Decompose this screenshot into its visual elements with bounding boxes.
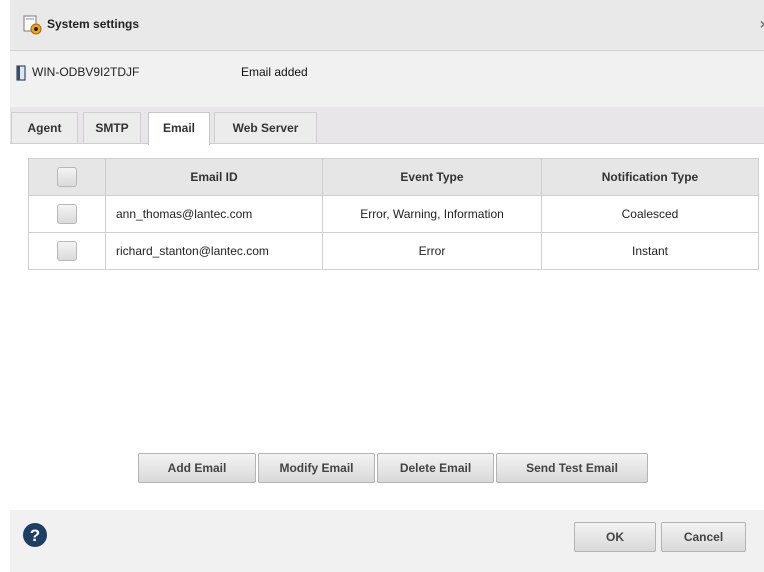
ok-button[interactable]: OK [574,522,656,552]
window-title: System settings [47,17,140,31]
delete-email-button[interactable]: Delete Email [377,453,494,483]
column-header-notification-type: Notification Type [541,158,759,196]
tab-email[interactable]: Email [148,112,210,145]
title-bar: System settings × [10,0,764,51]
help-icon[interactable]: ? [22,522,48,548]
select-all-cell [28,158,106,196]
select-all-checkbox[interactable] [57,167,77,187]
email-table: Email ID Event Type Notification Type an… [28,158,759,270]
close-icon[interactable]: × [760,16,764,32]
event-type-cell: Error, Warning, Information [322,195,542,233]
row-select-cell [28,195,106,233]
table-row[interactable]: ann_thomas@lantec.com Error, Warning, In… [28,195,759,233]
cancel-button[interactable]: Cancel [661,522,746,552]
tab-web-server[interactable]: Web Server [214,112,317,143]
system-settings-dialog: System settings × WIN-ODBV9I2TDJF Email … [10,0,764,572]
event-type-cell: Error [322,232,542,270]
notification-type-cell: Coalesced [541,195,759,233]
notification-type-cell: Instant [541,232,759,270]
table-row[interactable]: richard_stanton@lantec.com Error Instant [28,232,759,270]
modify-email-button[interactable]: Modify Email [258,453,375,483]
svg-text:?: ? [30,526,40,545]
tab-smtp[interactable]: SMTP [83,112,141,143]
column-header-email-id: Email ID [105,158,323,196]
settings-gear-icon [23,15,42,35]
tab-agent[interactable]: Agent [11,112,78,143]
server-icon [16,65,26,81]
email-id-cell: ann_thomas@lantec.com [105,195,323,233]
send-test-email-button[interactable]: Send Test Email [496,453,648,483]
add-email-button[interactable]: Add Email [138,453,256,483]
column-header-event-type: Event Type [322,158,542,196]
server-name: WIN-ODBV9I2TDJF [32,65,140,79]
status-message: Email added [241,65,308,79]
table-header-row: Email ID Event Type Notification Type [28,158,759,196]
email-id-cell: richard_stanton@lantec.com [105,232,323,270]
row-checkbox[interactable] [57,241,77,261]
row-select-cell [28,232,106,270]
row-checkbox[interactable] [57,204,77,224]
info-bar: WIN-ODBV9I2TDJF Email added [10,51,764,107]
